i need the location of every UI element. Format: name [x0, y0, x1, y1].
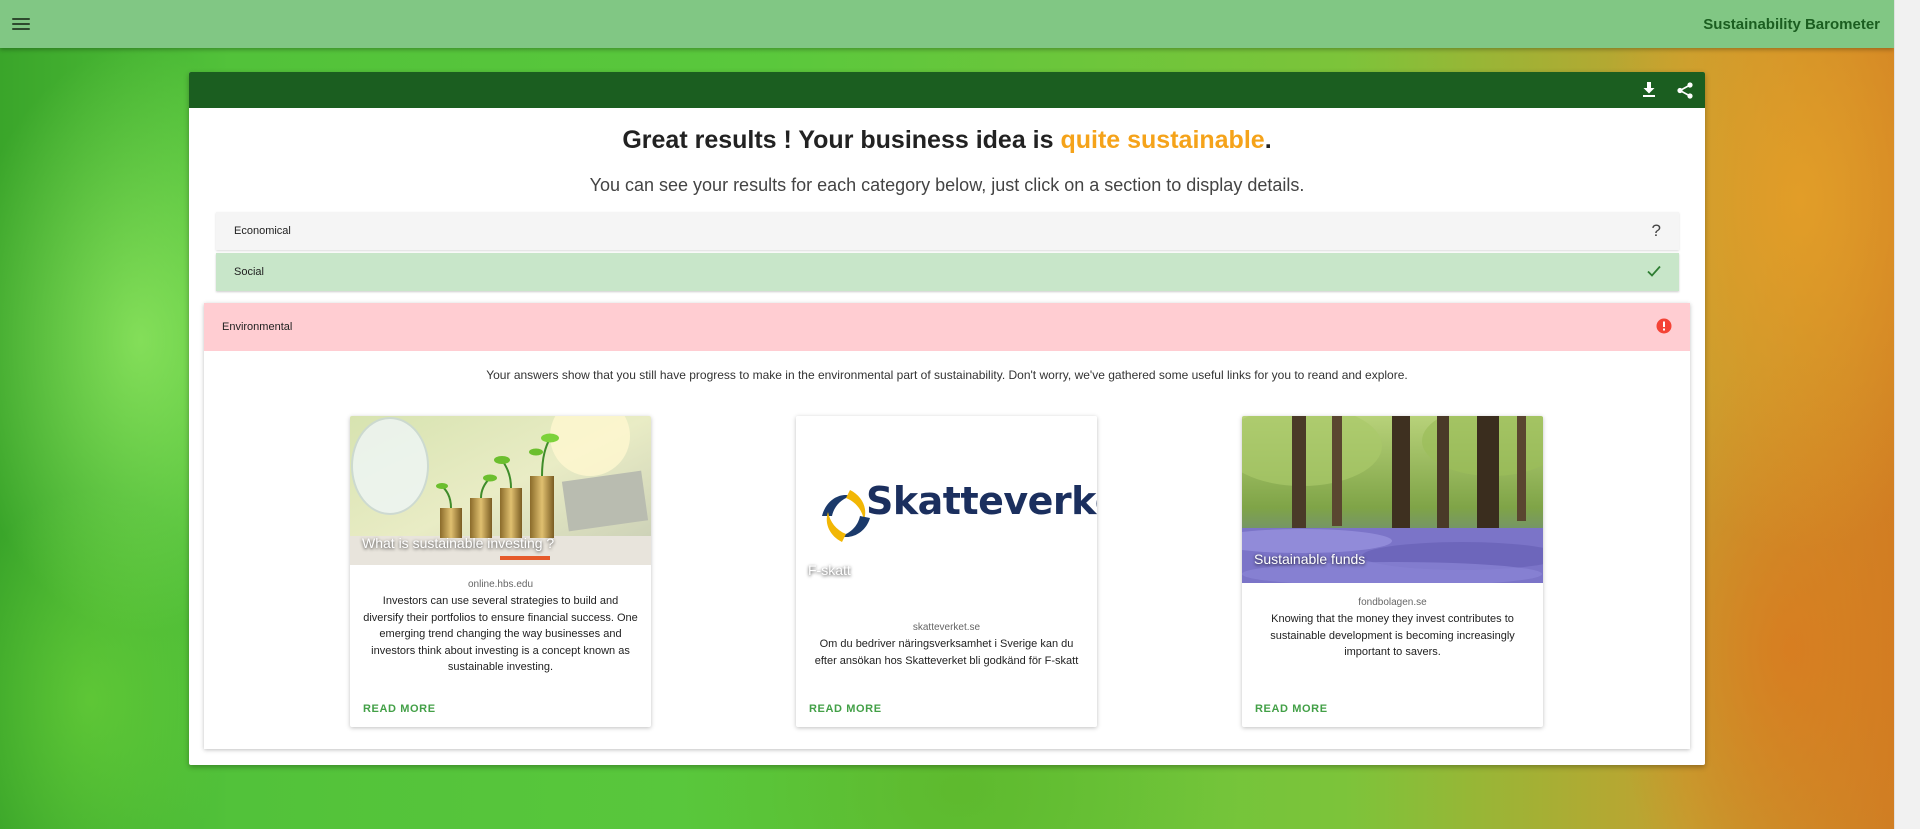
app-title: Sustainability Barometer	[1703, 15, 1880, 33]
read-more-button[interactable]: READ MORE	[363, 703, 436, 715]
results-card: Great results ! Your business idea is qu…	[189, 72, 1705, 765]
menu-icon[interactable]	[12, 15, 30, 33]
panel-social[interactable]: Social	[216, 253, 1679, 291]
card-image-skatteverket-logo: Skatteverket F-skatt	[796, 416, 1097, 608]
panel-label: Economical	[234, 225, 291, 237]
panel-environmental-expanded: Environmental Your answers show that you…	[204, 303, 1690, 749]
card-description: Investors can use several strategies to …	[363, 595, 638, 673]
download-icon[interactable]	[1639, 80, 1659, 100]
card-domain: skatteverket.se	[912, 622, 981, 633]
link-card-sustainable-investing[interactable]: What is sustainable investing ? online.h…	[350, 416, 651, 727]
alert-icon	[1656, 318, 1672, 337]
app-bar: Sustainability Barometer	[0, 0, 1894, 48]
result-subtitle: You can see your results for each catego…	[589, 175, 1305, 195]
card-image-coins: What is sustainable investing ?	[350, 416, 651, 565]
skatteverket-logo-text: Skatteverket	[866, 479, 1097, 523]
panel-label: Social	[234, 266, 264, 278]
read-more-button[interactable]: READ MORE	[1255, 703, 1328, 715]
read-more-button[interactable]: READ MORE	[809, 703, 882, 715]
link-card-sustainable-funds[interactable]: Sustainable funds fondbolagen.se Knowing…	[1242, 416, 1543, 727]
panel-label: Environmental	[222, 321, 293, 333]
share-icon[interactable]	[1675, 80, 1695, 100]
result-headline: Great results ! Your business idea is qu…	[622, 126, 1272, 154]
card-title: Sustainable funds	[1254, 551, 1366, 567]
card-title: F-skatt	[808, 562, 851, 578]
card-domain: online.hbs.edu	[467, 579, 534, 590]
results-toolbar	[189, 72, 1705, 108]
panel-economical[interactable]: Economical ?	[216, 212, 1679, 250]
card-description: Knowing that the money they invest contr…	[1270, 613, 1515, 658]
card-image-forest: Sustainable funds	[1242, 416, 1543, 583]
check-icon	[1647, 265, 1661, 280]
environmental-message: Your answers show that you still have pr…	[486, 368, 1408, 382]
panel-environmental[interactable]: Environmental	[204, 303, 1690, 351]
question-icon: ?	[1651, 221, 1661, 240]
card-domain: fondbolagen.se	[1358, 597, 1427, 608]
sustainability-level: quite sustainable	[1060, 126, 1265, 154]
page-scrollbar[interactable]	[1894, 0, 1920, 829]
card-description: Om du bedriver näringsverksamhet i Sveri…	[814, 638, 1079, 667]
card-title: What is sustainable investing ?	[362, 535, 555, 551]
link-card-f-skatt[interactable]: Skatteverket F-skatt skatteverket.se Om …	[796, 416, 1097, 727]
